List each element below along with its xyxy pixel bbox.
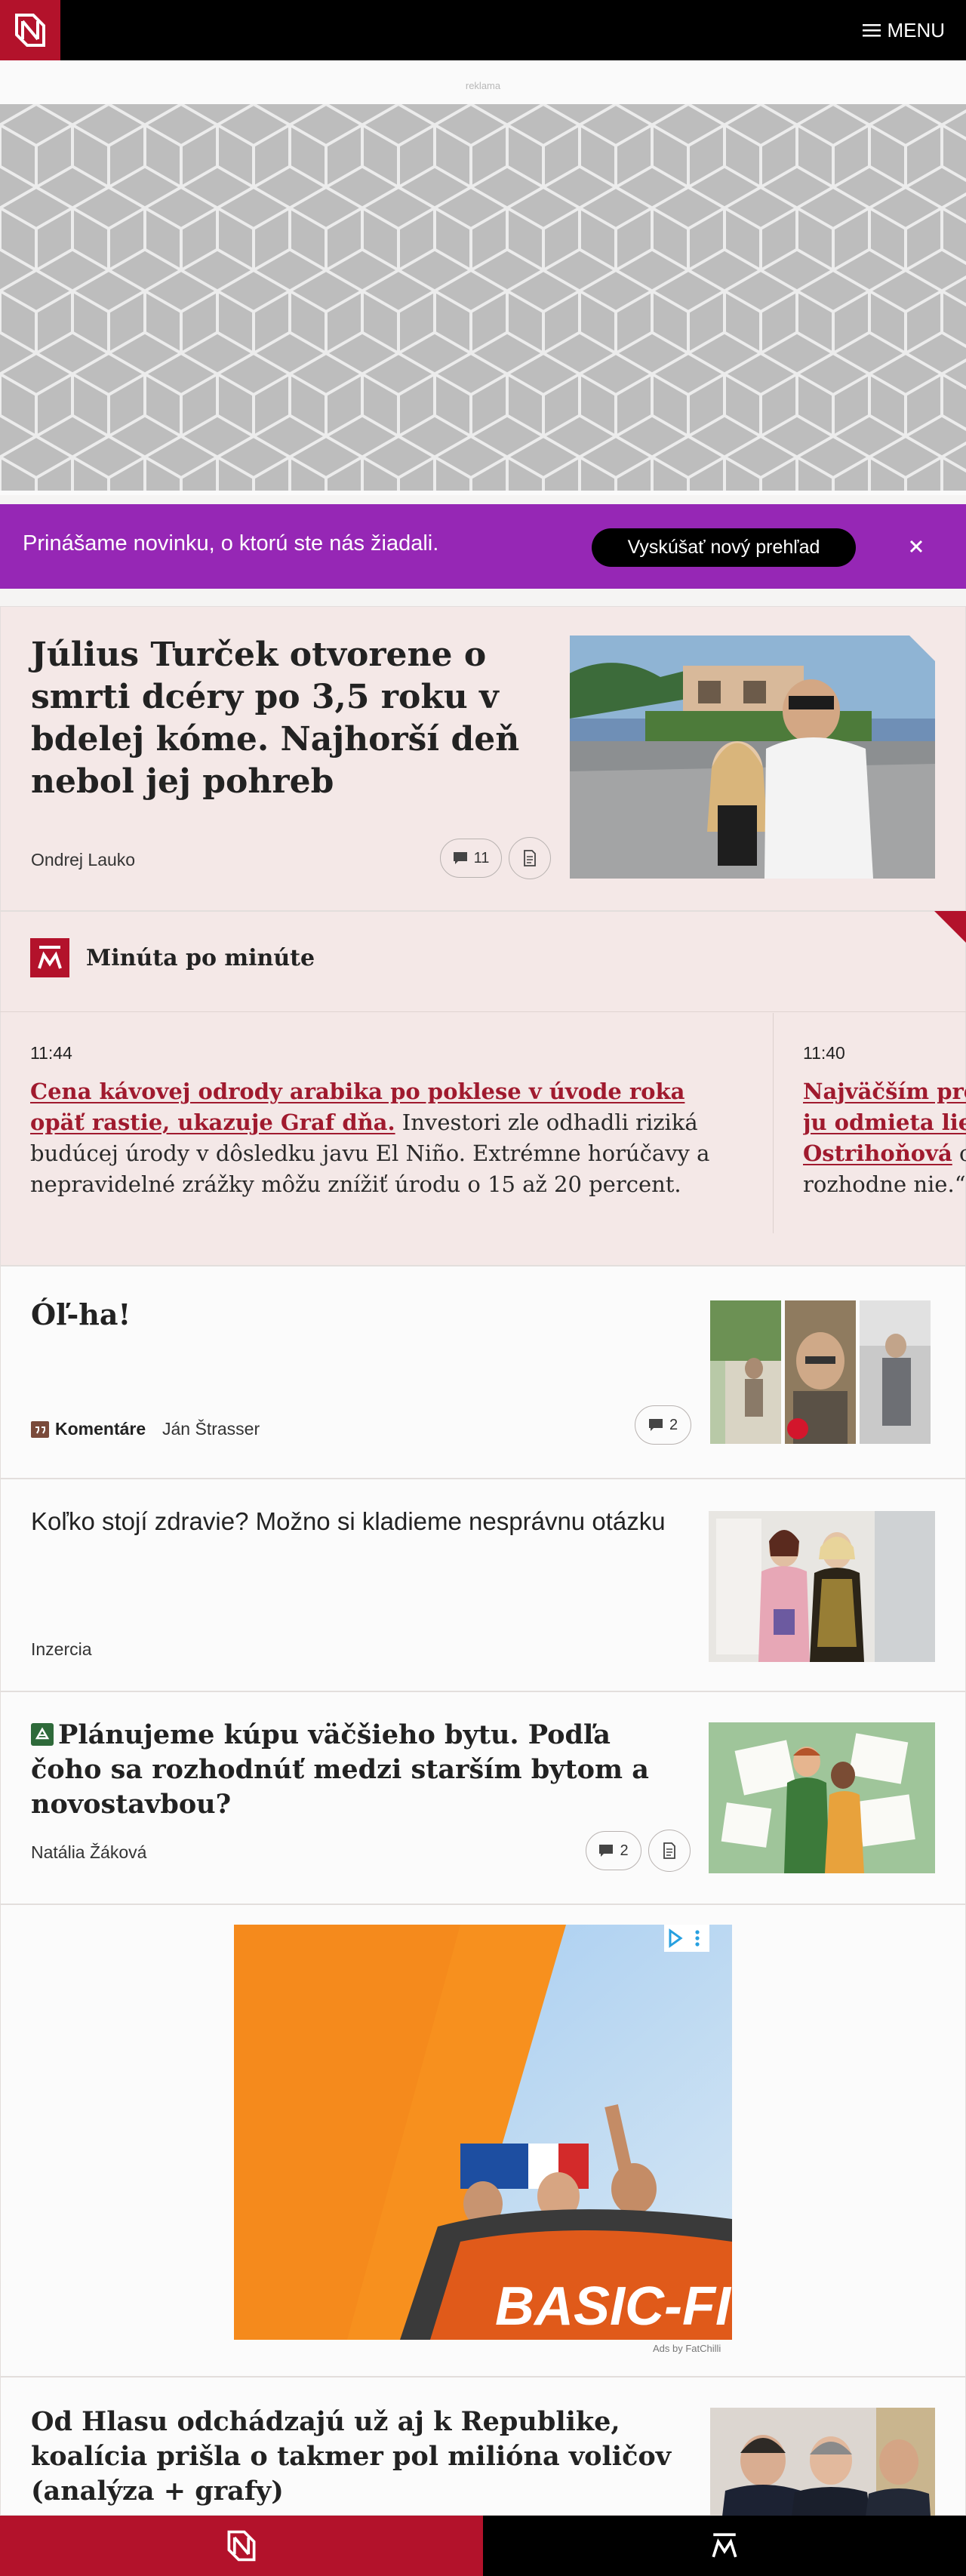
article-image[interactable] [709,1722,935,1873]
live-item-time: 11:44 [30,1043,72,1063]
recycle-home-icon [31,1723,54,1746]
site-logo[interactable] [0,0,60,60]
comment-icon [453,852,467,864]
summary-button[interactable] [648,1830,691,1872]
live-item-link[interactable]: Ostrihoňová [803,1140,952,1166]
lead-article-title[interactable]: Július Turček otvorene o smrti dcéry po … [31,634,529,803]
minute-logo-icon [30,938,69,977]
article-title[interactable]: Óľ-ha! [31,1295,131,1334]
comments-button[interactable]: 2 [635,1405,691,1445]
divider [773,1013,774,1233]
comments-count: 11 [473,849,490,866]
ad-placeholder-pattern[interactable] [0,104,966,491]
quote-icon [31,1420,49,1438]
live-item-body: rozhodne nie.“ [803,1171,966,1197]
menu-label: MENU [887,18,945,42]
close-icon[interactable] [903,533,930,560]
article-title[interactable]: Od Hlasu odchádzajú už aj k Republike, k… [31,2405,695,2509]
document-icon [663,1842,675,1859]
ad-brand-logo: BASIC-FIT [495,2276,732,2337]
live-item-link[interactable]: Najväčším prob [803,1079,966,1104]
article-title[interactable]: Koľko stojí zdravie? Možno si kladieme n… [31,1505,695,1538]
minute-logo-icon [712,2533,737,2558]
live-feed-title: Minúta po minúte [86,944,315,971]
menu-button[interactable]: MENU [863,19,945,42]
article-image[interactable] [710,1300,931,1444]
top-bar: MENU [0,0,966,60]
article-author[interactable]: Natália Žáková [31,1842,146,1863]
article-card[interactable]: Óľ-ha! Komentáre Ján Štrasser 2 [0,1266,966,1479]
comment-icon [648,1419,663,1431]
divider [0,1011,966,1012]
top-advertisement: reklama [0,60,966,495]
comments-count: 2 [669,1416,678,1433]
try-new-overview-button[interactable]: Vyskúšať nový prehľad [592,528,856,567]
bottom-nav-home[interactable] [0,2516,483,2576]
article-author[interactable]: Ján Štrasser [162,1419,260,1439]
hamburger-icon [863,24,881,37]
live-item-time: 11:40 [803,1043,845,1063]
n-logo-icon [15,14,45,47]
lead-article-author[interactable]: Ondrej Lauko [31,850,135,870]
article-image[interactable] [709,1511,935,1662]
article-card[interactable]: Od Hlasu odchádzajú už aj k Republike, k… [0,2377,966,2516]
n-logo-icon [227,2530,256,2562]
article-image[interactable] [710,2408,935,2516]
category-label: Komentáre [55,1419,146,1439]
article-card[interactable]: Plánujeme kúpu väčšieho bytu. Podľa čoho… [0,1691,966,1904]
live-item-text: Najväčším prob ju odmieta lieč Ostrihoňo… [803,1076,966,1200]
bottom-nav-minute[interactable] [483,2516,966,2576]
comment-icon [599,1845,614,1857]
ad-label: reklama [465,80,501,91]
comments-count: 2 [620,1842,629,1859]
sponsored-label: Inzercia [31,1639,92,1659]
lead-article-image[interactable] [570,636,935,879]
document-icon [524,850,536,866]
mid-advertisement: BASIC-FIT Ads by FatChilli [0,1904,966,2377]
live-feed-header[interactable]: Minúta po minúte [30,938,315,977]
article-category[interactable]: Komentáre [31,1419,146,1439]
ad-credit[interactable]: Ads by FatChilli [653,2343,721,2354]
promo-banner: Prinášame novinku, o ktorú ste nás žiada… [0,504,966,589]
ad-creative[interactable]: BASIC-FIT [234,1925,732,2340]
promo-text: Prinášame novinku, o ktorú ste nás žiada… [23,531,439,556]
bottom-navigation [0,2516,966,2576]
comments-button[interactable]: 11 [440,839,502,878]
live-item-link[interactable]: ju odmieta lieč [803,1109,966,1135]
live-item-text: Cena kávovej odrody arabika po poklese v… [30,1076,740,1200]
article-card[interactable]: Koľko stojí zdravie? Možno si kladieme n… [0,1479,966,1691]
article-title[interactable]: Plánujeme kúpu väčšieho bytu. Podľa čoho… [31,1718,680,1822]
summary-button[interactable] [509,837,551,879]
article-title-text: Plánujeme kúpu väčšieho bytu. Podľa čoho… [31,1719,649,1820]
lead-article[interactable]: Július Turček otvorene o smrti dcéry po … [0,606,966,911]
corner-flag-icon [934,911,966,943]
comments-button[interactable]: 2 [586,1831,641,1870]
live-item-body: o [958,1140,966,1166]
